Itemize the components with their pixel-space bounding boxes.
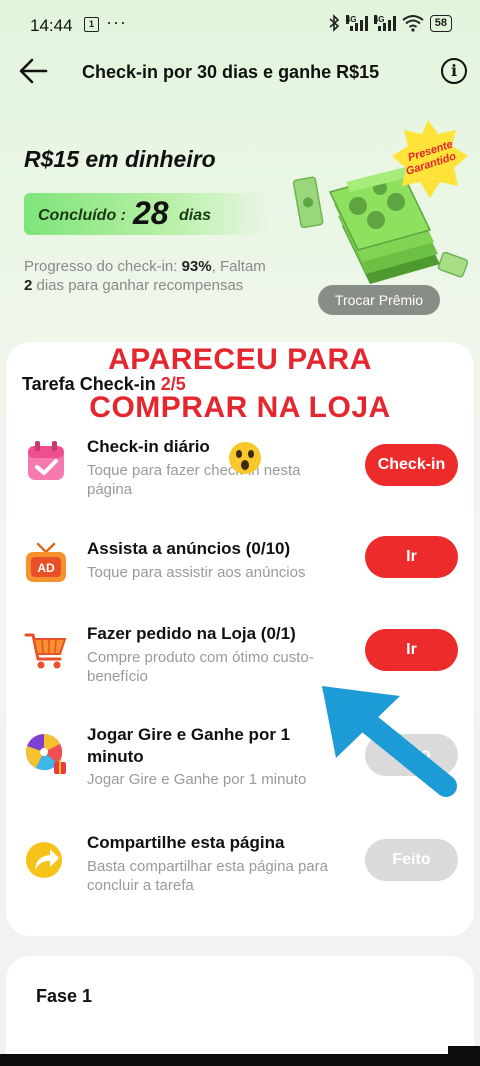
calendar-icon [28, 441, 64, 480]
overlay-caption-line2: COMPRAR NA LOJA [89, 391, 391, 425]
reward-title: R$15 em dinheiro [24, 146, 216, 172]
swap-prize-button[interactable]: Trocar Prêmio [318, 285, 440, 315]
system-nav-bar [0, 1054, 480, 1066]
status-time: 14:44 [30, 16, 73, 35]
task-desc: Toque para assistir aos anúncios [87, 564, 306, 581]
completed-days-pill: Concluído : 28 dias [24, 193, 268, 235]
completed-days-unit: dias [179, 207, 212, 224]
surprised-emoji-icon [229, 442, 261, 474]
task-name: Jogar Gire e Ganhe por 1 minuto [87, 725, 291, 766]
more-notifications-icon: ··· [106, 12, 127, 32]
signal-icon-1: 4G [345, 15, 368, 31]
battery-icon: 58 [429, 14, 452, 32]
bluetooth-icon [329, 14, 339, 32]
back-arrow-icon[interactable] [18, 56, 50, 86]
system-nav-corner [448, 1046, 480, 1066]
task-desc: Jogar Gire e Ganhe por 1 minuto [87, 771, 307, 788]
task-name: Fazer pedido na Loja (0/1) [87, 624, 296, 643]
share-done-button[interactable]: Feito [365, 839, 458, 881]
annotation-arrow-icon [322, 686, 457, 797]
task-desc: Toque para fazer check-in nesta página [87, 462, 301, 498]
info-icon[interactable]: i [441, 58, 467, 84]
watch-ads-go-button[interactable]: Ir [365, 536, 458, 578]
prize-wheel-icon [26, 734, 66, 774]
task-desc: Compre produto com ótimo custo-benefício [87, 649, 314, 685]
share-arrow-icon [26, 842, 62, 878]
checkin-button[interactable]: Check-in [365, 444, 458, 486]
task-name: Check-in diário [87, 437, 210, 456]
status-icons: 4G 4G 58 [328, 14, 452, 32]
notification-icon: 1 [84, 17, 99, 32]
phase-card [6, 956, 474, 1066]
task-row-share-page: Compartilhe esta página Basta compartilh… [0, 832, 480, 912]
progress-text: Progresso do check-in: 93%, Faltam 2 dia… [24, 258, 266, 294]
task-row-watch-ads: AD Assista a anúncios (0/10) Toque para … [0, 536, 480, 618]
completed-days-count: 28 [133, 195, 169, 231]
wifi-icon [402, 15, 424, 32]
task-name: Compartilhe esta página [87, 833, 285, 852]
store-order-go-button[interactable]: Ir [365, 629, 458, 671]
task-desc: Basta compartilhar esta página para conc… [87, 858, 328, 894]
progress-percent: 93% [181, 258, 212, 275]
svg-text:AD: AD [37, 561, 55, 575]
completed-label: Concluído : [38, 207, 126, 224]
tv-ad-icon: AD [26, 542, 66, 582]
page-title: Check-in por 30 dias e ganhe R$15 [82, 62, 380, 82]
shopping-cart-icon [24, 633, 67, 669]
status-bar: 14:44 1 ··· 4G 4G 58 [0, 0, 480, 50]
phase-title: Fase 1 [36, 986, 93, 1006]
overlay-caption-line1: APARECEU PARA [108, 343, 372, 377]
signal-icon-2: 4G [373, 15, 396, 31]
task-name: Assista a anúncios (0/10) [87, 539, 291, 558]
